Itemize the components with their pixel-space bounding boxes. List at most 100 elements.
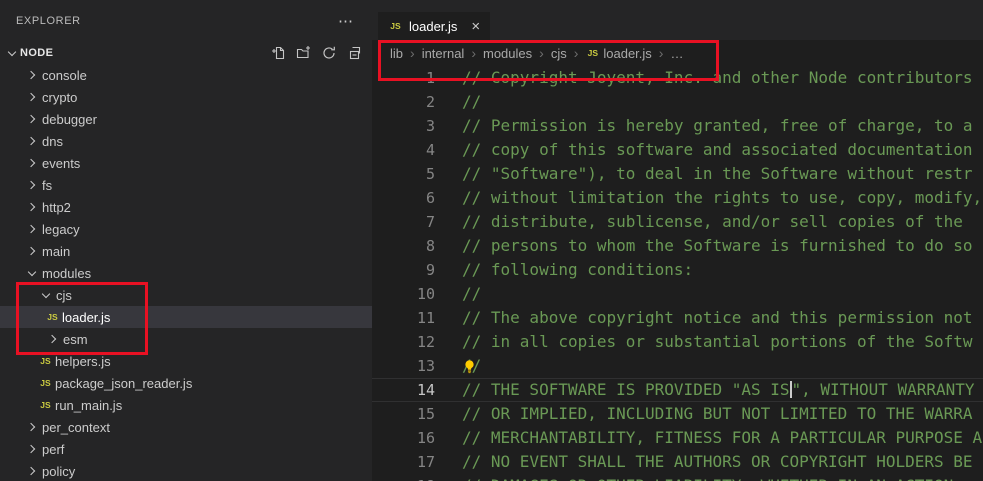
more-actions-icon[interactable]: ⋯ xyxy=(338,12,354,30)
chevron-right-icon: › xyxy=(471,45,476,61)
tree-item-policy[interactable]: policy xyxy=(0,460,372,481)
breadcrumb: lib›internal›modules›cjs›JSloader.js›… xyxy=(372,40,983,66)
line-number: 17 xyxy=(372,450,435,474)
code-line-11[interactable]: 11// The above copyright notice and this… xyxy=(372,306,983,330)
tree-item-legacy[interactable]: legacy xyxy=(0,218,372,240)
breadcrumb-item[interactable]: lib xyxy=(390,46,403,61)
explorer-header: EXPLORER ⋯ xyxy=(0,0,372,42)
code-line-14[interactable]: 14// THE SOFTWARE IS PROVIDED "AS IS", W… xyxy=(372,378,983,402)
code-line-7[interactable]: 7// distribute, sublicense, and/or sell … xyxy=(372,210,983,234)
line-number: 15 xyxy=(372,402,435,426)
line-number: 4 xyxy=(372,138,435,162)
code-line-4[interactable]: 4// copy of this software and associated… xyxy=(372,138,983,162)
breadcrumb-item[interactable]: internal xyxy=(422,46,465,61)
tree-item-cjs[interactable]: cjs xyxy=(0,284,372,306)
code-text: // THE SOFTWARE IS PROVIDED "AS IS", WIT… xyxy=(435,379,975,401)
editor-area: JS loader.js × lib › internal › modules › cjs ›… xyxy=(372,0,983,481)
tree-item-dns[interactable]: dns xyxy=(0,130,372,152)
new-folder-button[interactable] xyxy=(294,43,314,63)
js-file-icon: JS xyxy=(38,356,53,366)
chevron-right-icon xyxy=(24,89,40,105)
tree-item-crypto[interactable]: crypto xyxy=(0,86,372,108)
chevron-down-icon xyxy=(38,287,54,303)
line-number: 5 xyxy=(372,162,435,186)
code-line-12[interactable]: 12// in all copies or substantial portio… xyxy=(372,330,983,354)
tree-item-label: fs xyxy=(42,178,52,193)
line-number: 12 xyxy=(372,330,435,354)
code-line-1[interactable]: 1// Copyright Joyent, Inc. and other Nod… xyxy=(372,66,983,90)
tree-item-modules[interactable]: modules xyxy=(0,262,372,284)
tree-item-label: console xyxy=(42,68,87,83)
tree-item-main[interactable]: main xyxy=(0,240,372,262)
file-tree: console crypto debugger dnsevents fs http2 leg… xyxy=(0,64,372,481)
new-file-button[interactable] xyxy=(269,43,289,63)
tree-item-http2[interactable]: http2 xyxy=(0,196,372,218)
code-line-13[interactable]: 13// xyxy=(372,354,983,378)
tree-item-label: legacy xyxy=(42,222,80,237)
breadcrumb-item[interactable]: modules xyxy=(483,46,532,61)
line-number: 3 xyxy=(372,114,435,138)
tree-item-fs[interactable]: fs xyxy=(0,174,372,196)
breadcrumb-item[interactable]: cjs xyxy=(551,46,567,61)
code-line-16[interactable]: 16// MERCHANTABILITY, FITNESS FOR A PART… xyxy=(372,426,983,450)
tab-loader-js[interactable]: JS loader.js × xyxy=(378,12,490,40)
line-number: 11 xyxy=(372,306,435,330)
refresh-button[interactable] xyxy=(319,43,339,63)
chevron-right-icon xyxy=(24,67,40,83)
breadcrumb-item[interactable]: JSloader.js xyxy=(585,46,651,61)
tree-item-label: cjs xyxy=(56,288,72,303)
code-line-10[interactable]: 10// xyxy=(372,282,983,306)
code-line-17[interactable]: 17// NO EVENT SHALL THE AUTHORS OR COPYR… xyxy=(372,450,983,474)
tree-item-label: loader.js xyxy=(62,310,110,325)
code-line-2[interactable]: 2// xyxy=(372,90,983,114)
explorer-sidebar: EXPLORER ⋯ NODE xyxy=(0,0,372,481)
code-line-9[interactable]: 9// following conditions: xyxy=(372,258,983,282)
code-line-5[interactable]: 5// "Software"), to deal in the Software… xyxy=(372,162,983,186)
section-actions xyxy=(269,43,372,63)
code-text: // xyxy=(435,282,481,306)
tree-item-per-context[interactable]: per_context xyxy=(0,416,372,438)
tree-item-events[interactable]: events xyxy=(0,152,372,174)
chevron-right-icon: › xyxy=(659,45,664,61)
chevron-right-icon xyxy=(24,463,40,479)
section-header-node[interactable]: NODE xyxy=(0,42,372,64)
code-text: // "Software"), to deal in the Software … xyxy=(435,162,973,186)
chevron-down-icon xyxy=(4,45,20,61)
tree-item-perf[interactable]: perf xyxy=(0,438,372,460)
code-editor[interactable]: 1// Copyright Joyent, Inc. and other Nod… xyxy=(372,66,983,481)
vscode-window: EXPLORER ⋯ NODE xyxy=(0,0,983,481)
tree-item-label: debugger xyxy=(42,112,97,127)
chevron-right-icon xyxy=(24,243,40,259)
tree-item-package-json-reader-js[interactable]: JSpackage_json_reader.js xyxy=(0,372,372,394)
code-text: // NO EVENT SHALL THE AUTHORS OR COPYRIG… xyxy=(435,450,973,474)
tree-item-debugger[interactable]: debugger xyxy=(0,108,372,130)
code-line-3[interactable]: 3// Permission is hereby granted, free o… xyxy=(372,114,983,138)
code-line-15[interactable]: 15// OR IMPLIED, INCLUDING BUT NOT LIMIT… xyxy=(372,402,983,426)
collapse-all-button[interactable] xyxy=(344,43,364,63)
breadcrumb-item[interactable]: … xyxy=(670,46,683,61)
code-text: // persons to whom the Software is furni… xyxy=(435,234,973,258)
code-line-18[interactable]: 18// DAMAGES OR OTHER LIABILITY, WHETHER… xyxy=(372,474,983,481)
chevron-right-icon xyxy=(24,441,40,457)
code-line-6[interactable]: 6// without limitation the rights to use… xyxy=(372,186,983,210)
tree-item-esm[interactable]: esm xyxy=(0,328,372,350)
section-title: NODE xyxy=(20,47,53,59)
line-number: 18 xyxy=(372,474,435,481)
tree-item-label: helpers.js xyxy=(55,354,111,369)
tree-item-label: http2 xyxy=(42,200,71,215)
close-icon[interactable]: × xyxy=(471,18,480,35)
tree-item-loader-js[interactable]: JSloader.js xyxy=(0,306,372,328)
code-text: // without limitation the rights to use,… xyxy=(435,186,982,210)
code-line-8[interactable]: 8// persons to whom the Software is furn… xyxy=(372,234,983,258)
js-file-icon: JS xyxy=(38,378,53,388)
tree-item-helpers-js[interactable]: JShelpers.js xyxy=(0,350,372,372)
chevron-right-icon: › xyxy=(574,45,579,61)
tree-item-console[interactable]: console xyxy=(0,64,372,86)
lightbulb-icon[interactable] xyxy=(462,357,478,373)
line-number: 8 xyxy=(372,234,435,258)
chevron-right-icon: › xyxy=(410,45,415,61)
js-file-icon: JS xyxy=(585,48,600,58)
tree-item-run-main-js[interactable]: JSrun_main.js xyxy=(0,394,372,416)
code-text: // OR IMPLIED, INCLUDING BUT NOT LIMITED… xyxy=(435,402,973,426)
chevron-right-icon xyxy=(24,199,40,215)
